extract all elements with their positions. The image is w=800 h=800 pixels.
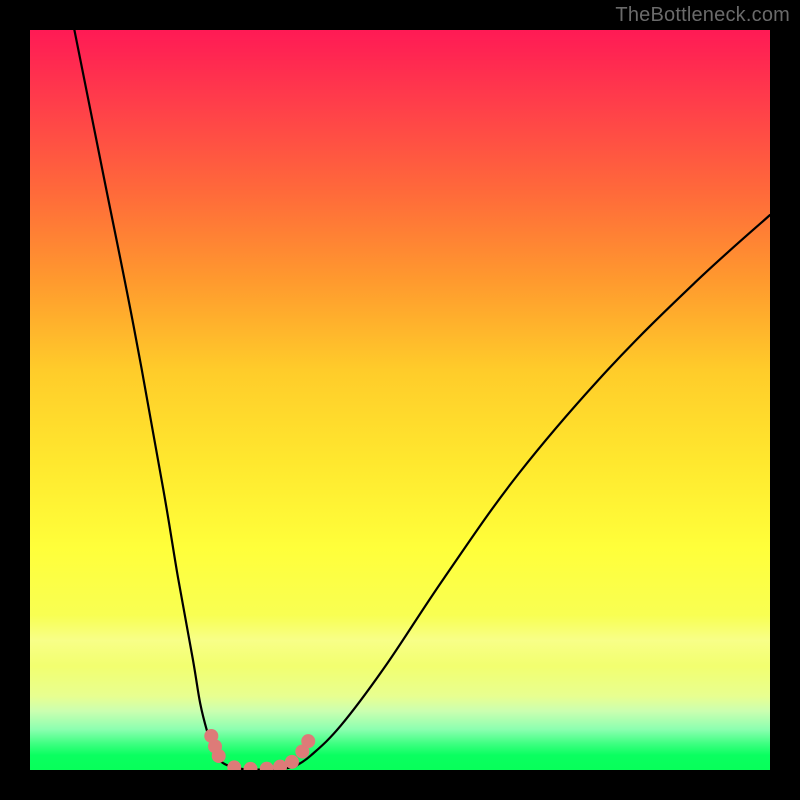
- valley-marker: [285, 755, 299, 769]
- bottleneck-curve: [74, 30, 770, 770]
- chart-stage: TheBottleneck.com: [0, 0, 800, 800]
- plot-area: [30, 30, 770, 770]
- valley-marker-group: [204, 729, 315, 770]
- valley-marker: [227, 760, 241, 770]
- valley-marker: [260, 762, 274, 770]
- watermark-text: TheBottleneck.com: [615, 4, 790, 27]
- valley-marker: [301, 734, 315, 748]
- plot-svg: [30, 30, 770, 770]
- valley-marker: [244, 762, 258, 770]
- valley-marker: [212, 749, 226, 763]
